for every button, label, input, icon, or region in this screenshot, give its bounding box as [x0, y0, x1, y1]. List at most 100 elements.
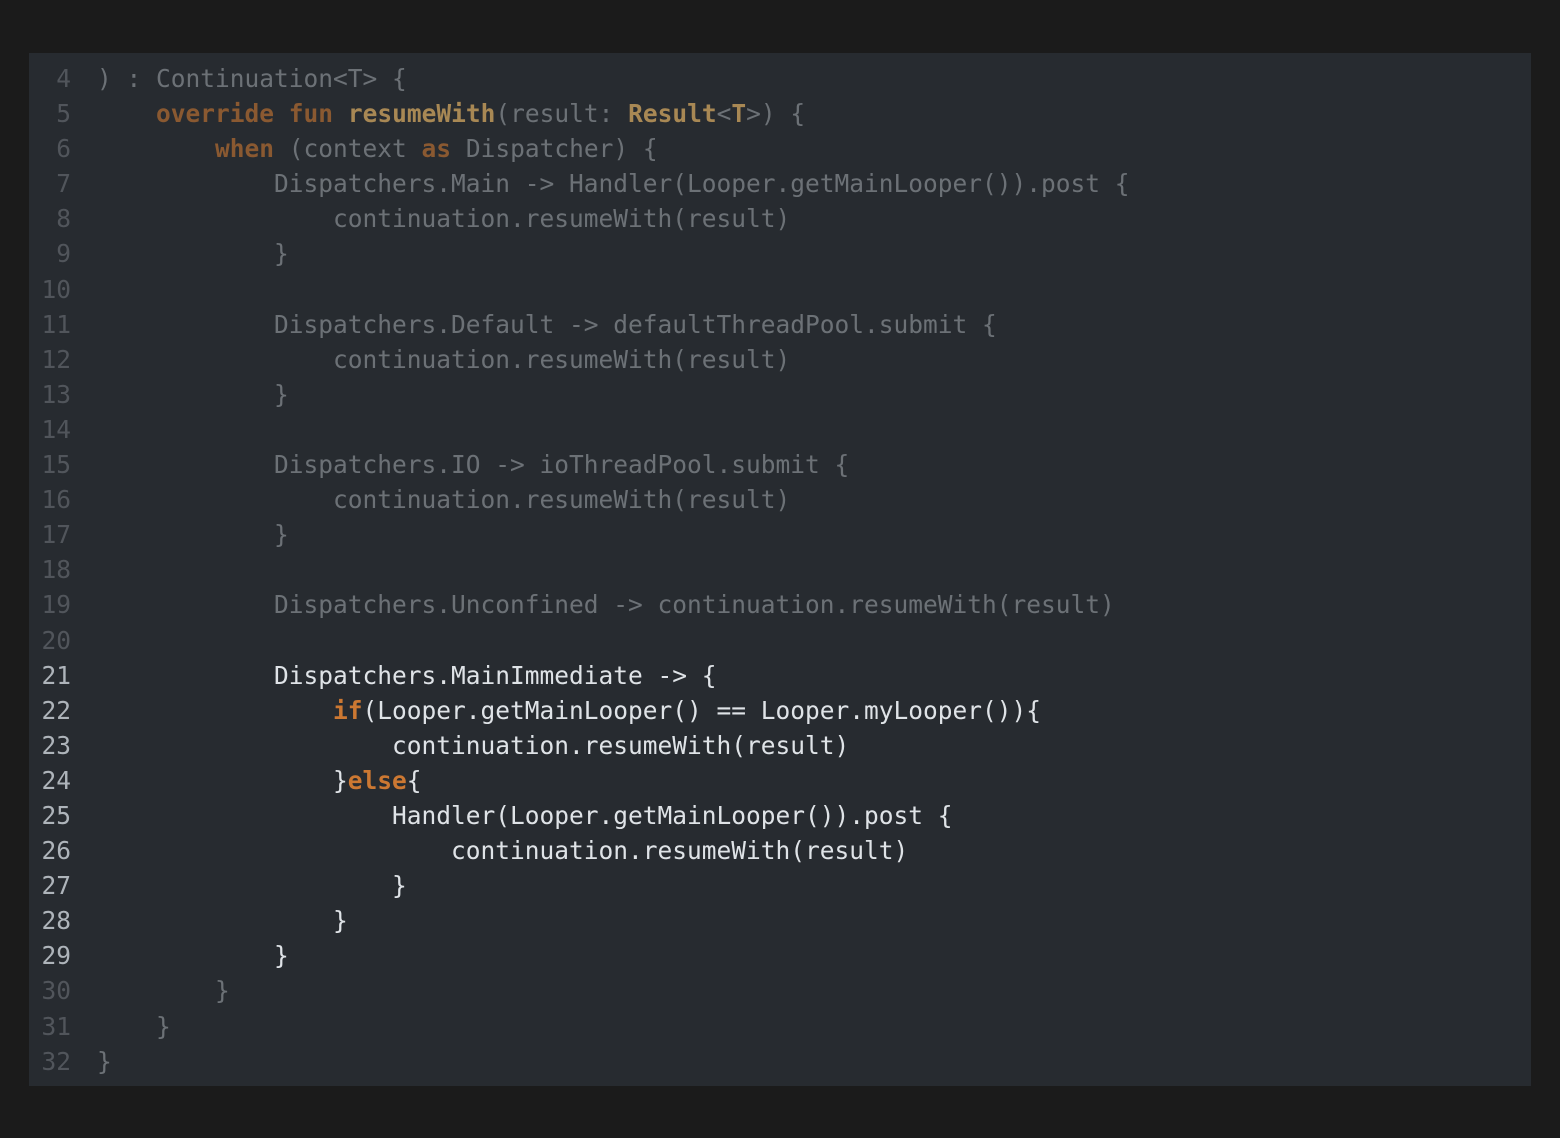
line-number: 27 [41, 871, 71, 901]
code-text: }else{ [97, 763, 422, 798]
code-token: (context [274, 134, 422, 164]
code-line[interactable]: 7 Dispatchers.Main -> Handler(Looper.get… [29, 166, 1531, 201]
line-number: 31 [41, 1011, 71, 1041]
code-text: } [97, 236, 289, 271]
line-number: 6 [56, 134, 71, 164]
code-line[interactable]: 12 continuation.resumeWith(result) [29, 342, 1531, 377]
line-number: 11 [41, 309, 71, 339]
code-token: continuation.resumeWith(result) [97, 344, 791, 374]
code-token: < [716, 99, 732, 129]
code-line[interactable]: 18 [29, 552, 1531, 587]
code-line[interactable]: 22 if(Looper.getMainLooper() == Looper.m… [29, 693, 1531, 728]
code-line[interactable]: 5 override fun resumeWith(result: Result… [29, 96, 1531, 131]
code-text: Dispatchers.MainImmediate -> { [97, 658, 717, 693]
code-line[interactable]: 19 Dispatchers.Unconfined -> continuatio… [29, 587, 1531, 622]
code-text: } [97, 938, 289, 973]
code-token: } [97, 765, 348, 795]
code-text: } [97, 517, 289, 552]
code-text: when (context as Dispatcher) { [97, 131, 658, 166]
code-line[interactable]: 32} [29, 1044, 1531, 1079]
line-number: 24 [41, 765, 71, 795]
code-text: } [97, 1009, 171, 1044]
code-line[interactable]: 23 continuation.resumeWith(result) [29, 728, 1531, 763]
code-line[interactable]: 31 } [29, 1009, 1531, 1044]
code-line[interactable]: 9 } [29, 236, 1531, 271]
code-line[interactable]: 25 Handler(Looper.getMainLooper()).post … [29, 798, 1531, 833]
line-number: 23 [41, 730, 71, 760]
code-token: } [97, 1011, 171, 1041]
code-line[interactable]: 13 } [29, 377, 1531, 412]
code-line[interactable]: 15 Dispatchers.IO -> ioThreadPool.submit… [29, 447, 1531, 482]
code-text: } [97, 868, 407, 903]
line-number: 14 [41, 414, 71, 444]
code-line[interactable]: 8 continuation.resumeWith(result) [29, 201, 1531, 236]
identifier-token: resumeWith [347, 99, 496, 129]
line-number: 28 [41, 906, 71, 936]
keyword-token: fun [288, 99, 334, 129]
code-token: } [97, 520, 289, 550]
code-text: continuation.resumeWith(result) [97, 342, 790, 377]
code-token: >) { [746, 99, 806, 129]
line-number: 26 [41, 836, 71, 866]
code-text: continuation.resumeWith(result) [97, 201, 790, 236]
line-number: 17 [41, 520, 71, 550]
line-number: 19 [41, 590, 71, 620]
code-text: } [97, 377, 289, 412]
line-number: 25 [41, 800, 71, 830]
code-token: Dispatchers.Unconfined -> continuation.r… [97, 590, 1115, 620]
line-number: 20 [41, 625, 71, 655]
identifier-token: Result [628, 99, 717, 129]
code-token: (Looper.getMainLooper() == Looper.myLoop… [362, 695, 1042, 725]
code-token: Dispatcher) { [451, 134, 658, 164]
code-line[interactable]: 24 }else{ [29, 763, 1531, 798]
code-token: } [97, 1046, 112, 1076]
code-line[interactable]: 26 continuation.resumeWith(result) [29, 833, 1531, 868]
code-token: continuation.resumeWith(result) [97, 204, 791, 234]
code-line[interactable]: 4 ) : Continuation<T> { [29, 61, 1531, 96]
line-number: 4 [56, 64, 71, 93]
identifier-token: T [731, 99, 747, 129]
code-line[interactable]: 27 } [29, 868, 1531, 903]
line-number: 22 [41, 695, 71, 725]
code-line[interactable]: 14 [29, 412, 1531, 447]
code-token: Dispatchers.Main -> Handler(Looper.getMa… [97, 169, 1130, 199]
code-token: Handler(Looper.getMainLooper()).post { [97, 800, 953, 830]
code-line[interactable]: 29 } [29, 938, 1531, 973]
code-text: } [97, 973, 230, 1008]
code-line[interactable]: 20 [29, 623, 1531, 658]
code-line[interactable]: 10 [29, 272, 1531, 307]
line-number: 9 [56, 239, 71, 269]
code-token: } [97, 976, 230, 1006]
code-token: continuation.resumeWith(result) [97, 485, 791, 515]
code-line[interactable]: 17 } [29, 517, 1531, 552]
code-token: } [97, 906, 348, 936]
line-number: 15 [41, 450, 71, 480]
code-token: } [97, 871, 407, 901]
code-token: Dispatchers.Default -> defaultThreadPool… [97, 309, 997, 339]
code-line[interactable]: 6 when (context as Dispatcher) { [29, 131, 1531, 166]
code-text: } [97, 903, 348, 938]
code-text: if(Looper.getMainLooper() == Looper.myLo… [97, 693, 1041, 728]
code-token: } [97, 379, 289, 409]
code-line[interactable]: 30 } [29, 973, 1531, 1008]
code-line[interactable]: 11 Dispatchers.Default -> defaultThreadP… [29, 307, 1531, 342]
code-text: continuation.resumeWith(result) [97, 728, 849, 763]
code-text: continuation.resumeWith(result) [97, 833, 908, 868]
code-text: ) : Continuation<T> { [97, 61, 407, 96]
code-token: Dispatchers.MainImmediate -> { [97, 660, 717, 690]
code-line[interactable]: 16 continuation.resumeWith(result) [29, 482, 1531, 517]
code-line[interactable]: 28 } [29, 903, 1531, 938]
code-token: { [406, 765, 422, 795]
line-number: 18 [41, 555, 71, 585]
keyword-token: as [421, 134, 452, 164]
keyword-token: when [215, 134, 275, 164]
line-number: 30 [41, 976, 71, 1006]
code-token: } [97, 941, 289, 971]
keyword-token: if [333, 695, 363, 725]
code-line[interactable]: 21 Dispatchers.MainImmediate -> { [29, 658, 1531, 693]
line-number: 10 [41, 274, 71, 304]
code-text: Handler(Looper.getMainLooper()).post { [97, 798, 953, 833]
code-editor[interactable]: 4 ) : Continuation<T> {5 override fun res… [29, 53, 1531, 1086]
